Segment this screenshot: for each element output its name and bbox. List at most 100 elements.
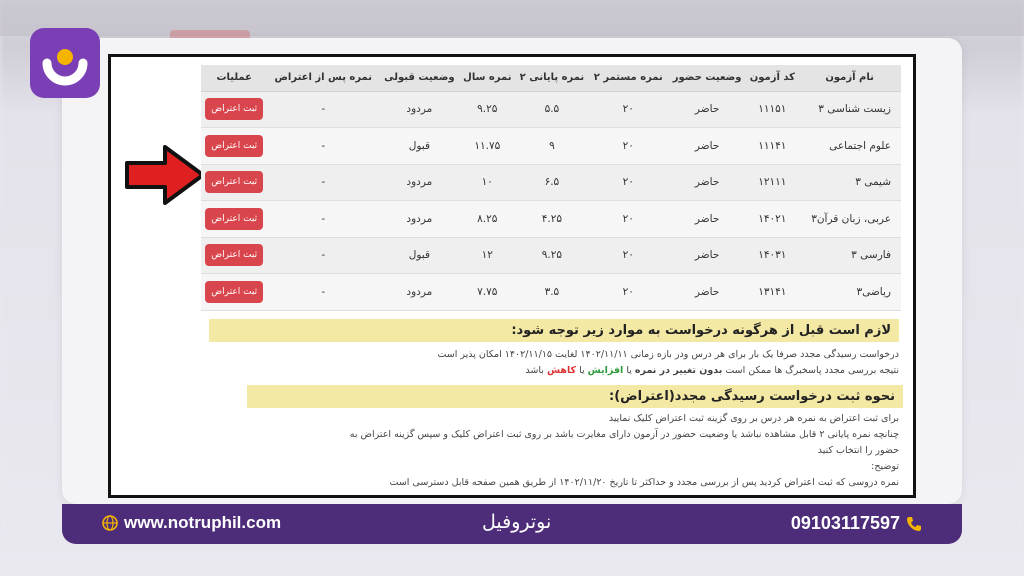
notice-line-2: نتیجه بررسی مجدد پاسخبرگ ها ممکن است بدو… xyxy=(525,365,899,376)
table-cell: ۵.۵ xyxy=(514,91,589,128)
table-cell: مردود xyxy=(379,200,460,238)
table-row: شیمی ۳ ۱۲۱۱۱ حاضر ۲۰ ۶.۵ ۱۰ مردود - ثبت اعتراض xyxy=(201,164,901,201)
table-cell: عربی، زبان قرآن۳ xyxy=(798,200,901,238)
table-cell: ۲۰ xyxy=(588,127,668,165)
table-cell: ۹ xyxy=(514,127,589,165)
column-header: نمره مستمر ۲ xyxy=(588,65,668,92)
phone-icon xyxy=(907,516,921,531)
globe-icon xyxy=(102,515,118,531)
table-cell: ۹.۲۵ xyxy=(459,91,515,128)
red-arrow-icon xyxy=(125,145,205,205)
submit-objection-button[interactable]: ثبت اعتراض xyxy=(205,244,264,267)
table-cell: حاضر xyxy=(667,164,747,201)
table-header-row: نام آزمون کد آزمون وضعیت حضور نمره مستمر ۲ن… xyxy=(201,65,901,92)
column-header: عملیات xyxy=(201,65,268,92)
column-header: وضعیت قبولی xyxy=(379,65,460,92)
notice-line-5: حضور را انتخاب کنید xyxy=(817,445,899,456)
table-cell: ۷.۷۵ xyxy=(459,273,515,311)
table-cell: ۱۱۱۵۱ xyxy=(746,91,799,128)
table-cell: مردود xyxy=(379,164,460,201)
submit-objection-button[interactable]: ثبت اعتراض xyxy=(205,98,264,121)
table-cell: مردود xyxy=(379,91,460,128)
table-row: ریاضی۳ ۱۳۱۴۱ حاضر ۲۰ ۳.۵ ۷.۷۵ مردود - ثبت اعتراض xyxy=(201,273,901,311)
table-row: زیست شناسی ۳ ۱۱۱۵۱ حاضر ۲۰ ۵.۵ ۹.۲۵ مردود - ثبت … xyxy=(201,91,901,128)
table-cell: ۲۰ xyxy=(588,237,668,274)
table-cell: - xyxy=(267,237,380,274)
submit-objection-button[interactable]: ثبت اعتراض xyxy=(205,171,264,194)
table-cell: ۲۰ xyxy=(588,200,668,238)
background-strip xyxy=(0,0,1024,36)
exam-results-table: نام آزمون کد آزمون وضعیت حضور نمره مستمر ۲ن… xyxy=(201,65,901,311)
table-cell: علوم اجتماعی xyxy=(798,127,901,165)
table-body: زیست شناسی ۳ ۱۱۱۵۱ حاضر ۲۰ ۵.۵ ۹.۲۵ مردود - ثبت … xyxy=(201,91,901,311)
phone-text: 09103117597 xyxy=(790,513,900,533)
table-cell: ۶.۵ xyxy=(514,164,589,201)
notice-heading-2: نحوه ثبت درخواست رسیدگی مجدد(اعتراض): xyxy=(247,385,903,408)
table-cell: حاضر xyxy=(667,273,747,311)
phone-link[interactable]: 09103117597 xyxy=(791,513,922,534)
submit-objection-button[interactable]: ثبت اعتراض xyxy=(205,280,264,303)
actions-cell: ثبت اعتراض xyxy=(201,127,268,165)
table-cell: قبول xyxy=(379,237,460,274)
table-cell: حاضر xyxy=(667,200,747,238)
table-cell: مردود xyxy=(379,273,460,311)
table-cell: ۱۰ xyxy=(459,164,515,201)
notice-line-7: نمره دروسی که ثبت اعتراض کردید پس از برر… xyxy=(389,477,899,488)
table-cell: - xyxy=(267,91,380,128)
table-cell: ۱۱۱۴۱ xyxy=(746,127,799,165)
table-cell: ۱۴۰۳۱ xyxy=(746,237,799,274)
column-header: کد آزمون xyxy=(746,65,799,92)
table-cell: ۱۴۰۲۱ xyxy=(746,200,799,238)
footer-bar: www.notruphil.com نوتروفیل 09103117597 xyxy=(62,504,962,544)
brand-logo xyxy=(30,28,100,98)
table-cell: شیمی ۳ xyxy=(798,164,901,201)
actions-cell: ثبت اعتراض xyxy=(201,273,268,311)
column-header: نمره پایانی ۲ xyxy=(514,65,589,92)
table-cell: - xyxy=(267,200,380,238)
table-cell: ۳.۵ xyxy=(514,273,589,311)
table-cell: زیست شناسی ۳ xyxy=(798,91,901,128)
table-cell: ۲۰ xyxy=(588,91,668,128)
column-header: نمره سال xyxy=(459,65,515,92)
column-header: وضعیت حضور xyxy=(667,65,747,92)
table-cell: ۹.۲۵ xyxy=(514,237,589,274)
column-header: نمره پس از اعتراض xyxy=(267,65,380,92)
table-cell: ۴.۲۵ xyxy=(514,200,589,238)
table-cell: ۱۳۱۴۱ xyxy=(746,273,799,311)
table-cell: ۱۲۱۱۱ xyxy=(746,164,799,201)
table-cell: حاضر xyxy=(667,237,747,274)
table-cell: ۲۰ xyxy=(588,164,668,201)
table-cell: حاضر xyxy=(667,127,747,165)
screenshot-frame: نام آزمون کد آزمون وضعیت حضور نمره مستمر ۲ن… xyxy=(108,54,916,498)
table-cell: - xyxy=(267,164,380,201)
website-link[interactable]: www.notruphil.com xyxy=(102,513,281,533)
actions-cell: ثبت اعتراض xyxy=(201,91,268,128)
notice-line-4: چنانچه نمره پایانی ۲ قابل مشاهده نباشد ی… xyxy=(349,429,899,440)
notice-line-6: توضیح: xyxy=(871,461,899,472)
table-cell: - xyxy=(267,127,380,165)
table-cell: ۲۰ xyxy=(588,273,668,311)
table-row: عربی، زبان قرآن۳ ۱۴۰۲۱ حاضر ۲۰ ۴.۲۵ ۸.۲۵ مردود… xyxy=(201,200,901,238)
table-cell: ۱۱.۷۵ xyxy=(459,127,515,165)
actions-cell: ثبت اعتراض xyxy=(201,200,268,238)
submit-objection-button[interactable]: ثبت اعتراض xyxy=(205,207,264,230)
table-cell: فارسی ۳ xyxy=(798,237,901,274)
actions-cell: ثبت اعتراض xyxy=(201,164,268,201)
table-cell: حاضر xyxy=(667,91,747,128)
notice-line-1: درخواست رسیدگی مجدد صرفا یک بار برای هر … xyxy=(437,349,899,360)
submit-objection-button[interactable]: ثبت اعتراض xyxy=(205,134,264,157)
table-cell: - xyxy=(267,273,380,311)
brand-logo-icon xyxy=(42,49,88,86)
table-cell: قبول xyxy=(379,127,460,165)
notice-heading-1: لازم است قبل از هرگونه درخواست به موارد … xyxy=(209,319,899,342)
actions-cell: ثبت اعتراض xyxy=(201,237,268,274)
table-row: فارسی ۳ ۱۴۰۳۱ حاضر ۲۰ ۹.۲۵ ۱۲ قبول - ثبت اعتراض xyxy=(201,237,901,274)
notice-line-3: برای ثبت اعتراض به نمره هر درس بر روی گز… xyxy=(608,413,899,424)
table-row: علوم اجتماعی ۱۱۱۴۱ حاضر ۲۰ ۹ ۱۱.۷۵ قبول - ثبت اع… xyxy=(201,127,901,165)
footer-brand-text: نوتروفیل xyxy=(482,511,552,533)
table-cell: ۱۲ xyxy=(459,237,515,274)
column-header: نام آزمون xyxy=(798,65,901,92)
table-cell: ۸.۲۵ xyxy=(459,200,515,238)
table-cell: ریاضی۳ xyxy=(798,273,901,311)
website-text: www.notruphil.com xyxy=(124,513,282,532)
